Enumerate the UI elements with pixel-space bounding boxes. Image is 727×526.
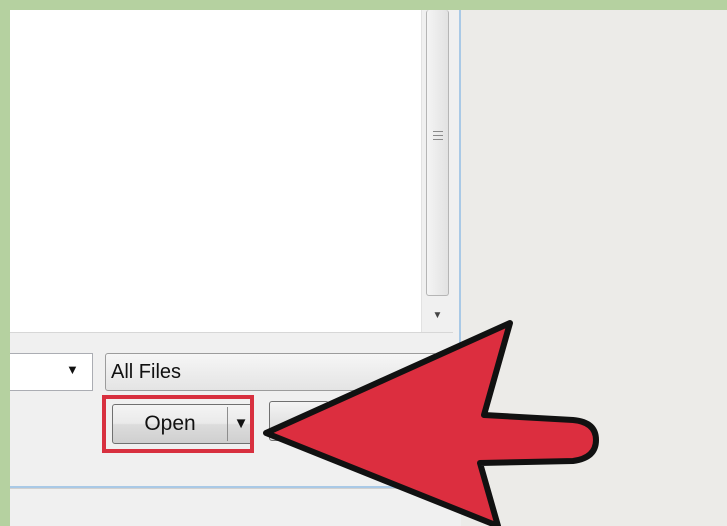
pointing-arrow-icon [263,320,599,526]
arrow-shape [263,320,599,526]
screenshot-background: ▼ ▼ All Files Open ▼ [10,10,727,526]
